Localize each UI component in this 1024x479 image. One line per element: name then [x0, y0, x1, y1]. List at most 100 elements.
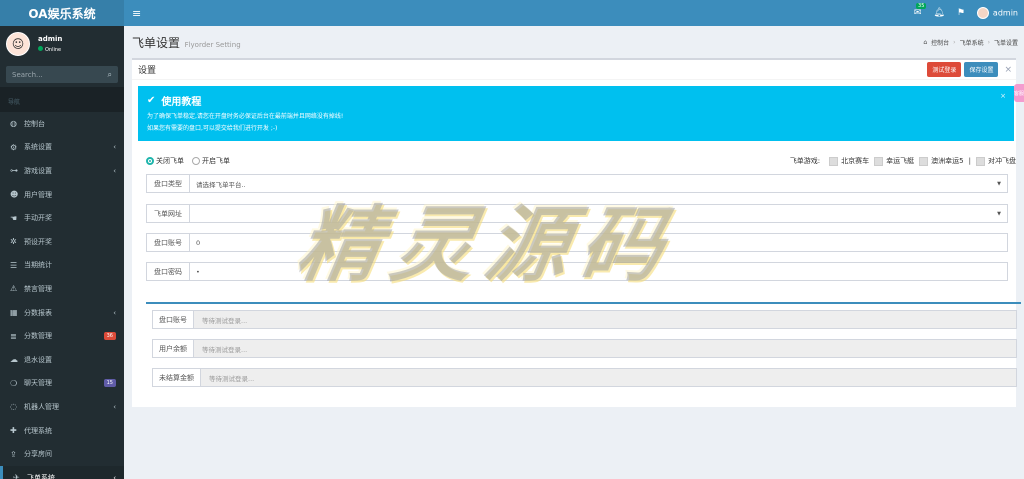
game-checkbox[interactable]: 澳洲幸运5: [919, 156, 964, 166]
sidebar-item[interactable]: ✈ 飞单系统 ‹: [0, 465, 124, 479]
sidebar-item[interactable]: ❍ 聊天管理 15: [0, 372, 124, 396]
game-checkbox[interactable]: 幸运飞艇: [874, 156, 914, 166]
game-label: 幸运飞艇: [886, 157, 915, 165]
user-status: Online: [38, 46, 62, 53]
users-icon: ☻: [10, 190, 19, 200]
callout-title: 使用教程: [161, 97, 202, 108]
result-unsettled-row: 未结算金额 等待测试登录...: [152, 368, 1017, 387]
customer-service-tab[interactable]: 客服: [1014, 84, 1024, 102]
sidebar-item[interactable]: ☰ 当期统计: [0, 254, 124, 278]
sidebar-item[interactable]: ☁ 退水设置: [0, 348, 124, 372]
box-header: 设置 测试登录 保存设置 ×: [132, 60, 1016, 80]
chevron-left-icon: ‹: [113, 308, 116, 317]
game-checkbox[interactable]: 北京赛车: [829, 156, 869, 166]
radio-flyorder-on[interactable]: 开启飞单: [192, 156, 230, 166]
dashboard-icon: ⌂: [923, 38, 928, 46]
sidebar-item[interactable]: ⇪ 分享房间: [0, 442, 124, 466]
result-balance-field: 等待测试登录...: [194, 340, 1016, 357]
sidebar: ☺ admin Online ⌕ 导航 ◍ 控制台 ⚙ 系统设置 ‹ ⊶ 游戏设置 ‹ ☻ 用户管…: [0, 26, 124, 479]
page-title: 飞单设置: [132, 35, 181, 50]
share-icon: ⇪: [10, 449, 17, 459]
flag-icon[interactable]: ⚑: [957, 8, 965, 18]
sidebar-item[interactable]: ◍ 控制台: [0, 112, 124, 136]
online-dot-icon: [38, 46, 43, 51]
game-checkbox[interactable]: 对冲飞盘: [976, 156, 1016, 166]
section-divider: [146, 302, 1021, 304]
sidebar-item-label: 手动开奖: [24, 214, 52, 223]
mail-badge: 35: [916, 3, 927, 9]
account-label: 盘口账号: [147, 234, 190, 251]
top-navbar: OA娱乐系统 ≡ ✉ 35 🔔︎ ⚑ admin: [0, 0, 1024, 26]
user-menu[interactable]: admin: [976, 7, 1018, 19]
search-input[interactable]: [12, 70, 92, 79]
dashboard-icon: ◍: [10, 119, 17, 129]
sidebar-item-label: 聊天管理: [24, 379, 52, 388]
header-username: admin: [992, 8, 1018, 18]
sidebar-menu: ◍ 控制台 ⚙ 系统设置 ‹ ⊶ 游戏设置 ‹ ☻ 用户管理 ☚ 手动开奖 ✲ 预设开奖 ☰ 当期统计 ⚠ 禁言管…: [0, 112, 124, 479]
page-subtitle: Flyorder Setting: [184, 40, 241, 49]
chevron-down-icon: ▼: [997, 210, 1001, 217]
sidebar-item[interactable]: ✚ 代理系统: [0, 419, 124, 443]
avatar: ☺: [6, 32, 30, 56]
bell-icon[interactable]: 🔔︎: [933, 8, 944, 18]
callout-line: 如果您有需要的盘口,可以提交给我们进行开发 ;-): [147, 125, 278, 132]
radio-checked-icon: [146, 157, 154, 165]
sidebar-item[interactable]: ⚙ 系统设置 ‹: [0, 136, 124, 160]
sidebar-item-label: 当期统计: [24, 261, 52, 270]
content-header: 飞单设置 Flyorder Setting ⌂ 控制台 › 飞单系统 › 飞单设…: [124, 26, 1024, 58]
test-login-button[interactable]: 测试登录: [927, 62, 962, 77]
radio-flyorder-off[interactable]: 关闭飞单: [146, 156, 184, 166]
sidebar-item-label: 用户管理: [24, 190, 52, 199]
breadcrumb-item: 飞单设置: [993, 39, 1018, 47]
sidebar-item-label: 分数报表: [24, 308, 52, 317]
database-icon: ≣: [10, 331, 17, 341]
game-label: 北京赛车: [841, 157, 870, 165]
breadcrumb: ⌂ 控制台 › 飞单系统 › 飞单设置: [923, 38, 1018, 47]
breadcrumb-separator: ›: [987, 38, 990, 46]
cog-icon: ✲: [10, 237, 17, 247]
sidebar-item[interactable]: ☚ 手动开奖: [0, 206, 124, 230]
sidebar-item[interactable]: ▦ 分数报表 ‹: [0, 301, 124, 325]
sidebar-search: ⌕: [6, 66, 118, 83]
flyorder-games: 飞单游戏: 北京赛车 幸运飞艇 澳洲幸运5 | 对冲飞盘: [790, 156, 1016, 166]
close-icon[interactable]: ×: [1000, 92, 1006, 100]
sidebar-item[interactable]: ◌ 机器人管理 ‹: [0, 395, 124, 419]
sidebar-item-label: 禁言管理: [24, 284, 52, 293]
password-label: 盘口密码: [147, 263, 190, 280]
result-unsettled-label: 未结算金额: [153, 369, 201, 386]
nav-header: 导航: [0, 87, 124, 112]
gears-icon: ⚙: [10, 142, 18, 152]
sidebar-toggle-icon[interactable]: ≡: [132, 7, 141, 20]
close-icon[interactable]: ×: [1004, 65, 1012, 75]
result-account-field: 等待测试登录...: [194, 311, 1016, 328]
result-balance-label: 用户余额: [153, 340, 194, 357]
breadcrumb-item[interactable]: 控制台: [931, 38, 949, 47]
user-plus-icon: ✚: [10, 426, 17, 436]
warning-icon: ⚠: [10, 284, 18, 294]
radio-label: 开启飞单: [202, 157, 230, 165]
sidebar-item[interactable]: ≣ 分数管理 36: [0, 324, 124, 348]
sidebar-item[interactable]: ✲ 预设开奖: [0, 230, 124, 254]
chevron-left-icon: ‹: [113, 166, 116, 175]
cloud-icon: ☁: [10, 355, 18, 365]
sidebar-item[interactable]: ⊶ 游戏设置 ‹: [0, 159, 124, 183]
result-account-label: 盘口账号: [153, 311, 194, 328]
sidebar-item[interactable]: ☻ 用户管理: [0, 183, 124, 207]
table-icon: ▦: [10, 308, 18, 318]
envelope-icon[interactable]: ✉ 35: [914, 3, 927, 18]
breadcrumb-item[interactable]: 飞单系统: [960, 38, 984, 47]
search-icon[interactable]: ⌕: [108, 70, 112, 80]
count-badge: 36: [103, 332, 116, 341]
platform-value: 请选择飞单平台..: [196, 180, 246, 189]
save-settings-button[interactable]: 保存设置: [964, 62, 999, 77]
tutorial-callout: ✔ 使用教程 为了确保飞单稳定,请您在开盘时务必保证后台在最前端并且网络没有掉线!…: [138, 86, 1014, 141]
avatar: [976, 7, 989, 19]
sidebar-item-label: 代理系统: [24, 426, 52, 435]
count-badge: 15: [103, 379, 116, 388]
app-logo[interactable]: OA娱乐系统: [0, 0, 124, 26]
games-label: 飞单游戏:: [789, 157, 821, 165]
callout-line: 为了确保飞单稳定,请您在开盘时务必保证后台在最前端并且网络没有掉线!: [147, 113, 344, 120]
sidebar-item[interactable]: ⚠ 禁言管理: [0, 277, 124, 301]
comment-icon: ◌: [10, 402, 17, 412]
watermark: 精灵源码: [290, 198, 683, 293]
